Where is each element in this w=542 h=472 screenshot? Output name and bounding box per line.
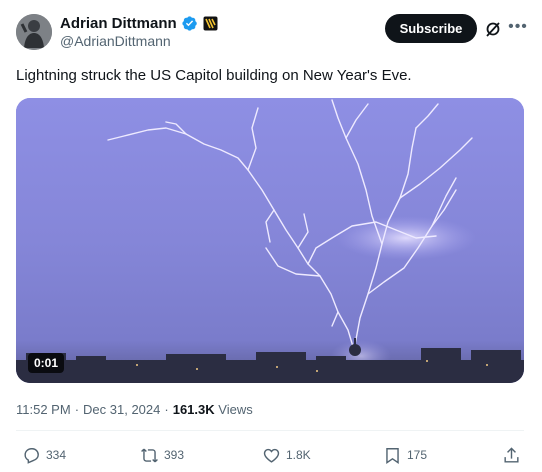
video-frame xyxy=(16,98,524,383)
like-icon xyxy=(263,448,280,463)
bookmark-icon xyxy=(386,447,399,464)
repost-button[interactable]: 393 xyxy=(140,445,184,465)
video-timer: 0:01 xyxy=(28,353,65,373)
share-button[interactable] xyxy=(502,445,526,465)
author-display-name[interactable]: Adrian Dittmann xyxy=(60,15,177,32)
repost-count: 393 xyxy=(164,448,185,462)
separator-dot: · xyxy=(74,402,80,417)
reply-button[interactable]: 334 xyxy=(22,445,66,465)
bookmark-count: 175 xyxy=(407,448,428,462)
affiliation-badge-icon[interactable] xyxy=(203,16,218,31)
tweet: Adrian Dittmann @AdrianDittmann Subscrib… xyxy=(0,0,542,472)
tweet-time[interactable]: 11:52 PM xyxy=(16,402,71,417)
reply-icon xyxy=(24,447,39,464)
more-icon[interactable]: ••• xyxy=(508,17,528,37)
tweet-metadata: 11:52 PM · Dec 31, 2024 · 161.3K Views xyxy=(16,402,253,417)
grok-icon[interactable] xyxy=(483,19,503,39)
like-button[interactable]: 1.8K xyxy=(262,445,311,465)
repost-icon xyxy=(141,448,158,462)
verified-badge-icon xyxy=(182,15,197,31)
avatar[interactable] xyxy=(16,14,52,50)
separator-dot: · xyxy=(164,402,169,417)
action-bar: 334 393 1.8K 175 xyxy=(16,445,524,465)
tweet-text: Lightning struck the US Capitol building… xyxy=(16,67,412,84)
subscribe-button[interactable]: Subscribe xyxy=(385,14,477,43)
bookmark-button[interactable]: 175 xyxy=(383,445,427,465)
views-label: Views xyxy=(218,402,253,417)
tweet-video[interactable] xyxy=(16,98,524,383)
share-icon xyxy=(504,446,519,463)
author-name-row: Adrian Dittmann xyxy=(60,13,218,33)
reply-count: 334 xyxy=(46,448,67,462)
author-handle[interactable]: @AdrianDittmann xyxy=(60,33,171,49)
tweet-date[interactable]: Dec 31, 2024 xyxy=(83,402,160,417)
like-count: 1.8K xyxy=(286,448,311,462)
views-count: 161.3K xyxy=(172,402,215,417)
divider xyxy=(16,430,524,431)
